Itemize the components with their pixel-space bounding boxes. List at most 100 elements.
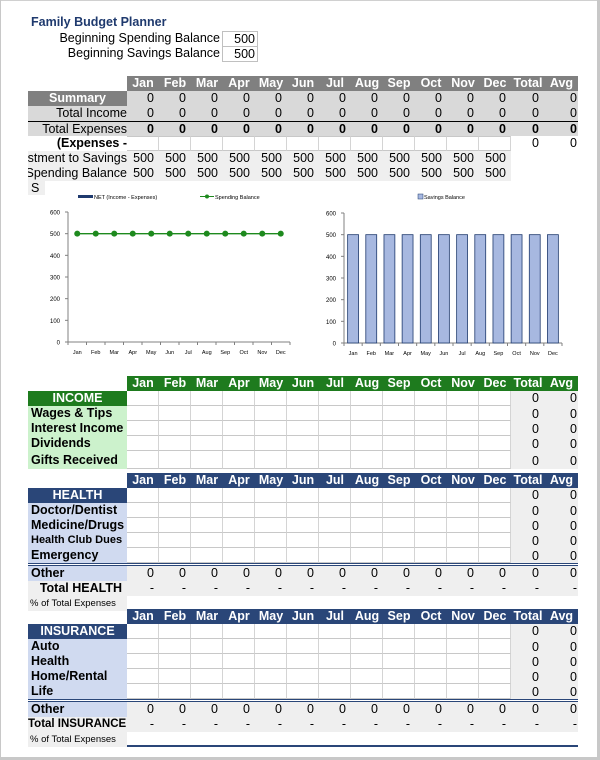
- entry-cell-oct[interactable]: [415, 503, 447, 518]
- entry-cell-mar[interactable]: [191, 654, 223, 669]
- entry-cell[interactable]: [287, 624, 319, 639]
- entry-cell[interactable]: [159, 624, 191, 639]
- entry-cell-sep[interactable]: [383, 684, 415, 699]
- entry-cell-oct[interactable]: [415, 639, 447, 654]
- entry-cell-mar[interactable]: [191, 518, 223, 533]
- entry-cell-jun[interactable]: [287, 684, 319, 699]
- entry-cell-aug[interactable]: [351, 421, 383, 436]
- summary-cell[interactable]: [191, 136, 223, 151]
- entry-cell-mar[interactable]: [191, 503, 223, 518]
- entry-cell-feb[interactable]: [159, 548, 191, 563]
- entry-cell-mar[interactable]: [191, 436, 223, 451]
- entry-cell-jul[interactable]: [319, 406, 351, 421]
- entry-cell-aug[interactable]: [351, 436, 383, 451]
- entry-cell-jan[interactable]: [127, 669, 159, 684]
- entry-cell-apr[interactable]: [223, 518, 255, 533]
- entry-cell-jul[interactable]: [319, 503, 351, 518]
- entry-cell-dec[interactable]: [479, 654, 511, 669]
- entry-cell[interactable]: [159, 391, 191, 406]
- entry-cell-jul[interactable]: [319, 533, 351, 548]
- entry-cell[interactable]: [447, 624, 479, 639]
- entry-cell-dec[interactable]: [479, 639, 511, 654]
- entry-cell-feb[interactable]: [159, 684, 191, 699]
- entry-cell-jul[interactable]: [319, 548, 351, 563]
- entry-cell[interactable]: [447, 488, 479, 503]
- entry-cell-nov[interactable]: [447, 451, 479, 469]
- entry-cell[interactable]: [383, 391, 415, 406]
- entry-cell-dec[interactable]: [479, 533, 511, 548]
- entry-cell[interactable]: [415, 391, 447, 406]
- entry-cell-jan[interactable]: [127, 684, 159, 699]
- entry-cell[interactable]: [447, 391, 479, 406]
- entry-cell-sep[interactable]: [383, 406, 415, 421]
- entry-cell-dec[interactable]: [479, 518, 511, 533]
- entry-cell-jun[interactable]: [287, 533, 319, 548]
- entry-cell-aug[interactable]: [351, 639, 383, 654]
- entry-cell-sep[interactable]: [383, 503, 415, 518]
- entry-cell-may[interactable]: [255, 503, 287, 518]
- entry-cell[interactable]: [479, 488, 511, 503]
- entry-cell-oct[interactable]: [415, 436, 447, 451]
- entry-cell-jan[interactable]: [127, 503, 159, 518]
- entry-cell-jun[interactable]: [287, 669, 319, 684]
- entry-cell-apr[interactable]: [223, 503, 255, 518]
- entry-cell-aug[interactable]: [351, 669, 383, 684]
- entry-cell[interactable]: [351, 488, 383, 503]
- summary-cell[interactable]: [447, 136, 479, 151]
- entry-cell-may[interactable]: [255, 436, 287, 451]
- entry-cell-feb[interactable]: [159, 533, 191, 548]
- entry-cell-jul[interactable]: [319, 639, 351, 654]
- entry-cell-mar[interactable]: [191, 421, 223, 436]
- beginning-savings-balance-input[interactable]: 500: [222, 46, 258, 62]
- entry-cell-dec[interactable]: [479, 451, 511, 469]
- entry-cell-nov[interactable]: [447, 533, 479, 548]
- entry-cell-apr[interactable]: [223, 639, 255, 654]
- beginning-spending-balance-input[interactable]: 500: [222, 31, 258, 47]
- entry-cell-jun[interactable]: [287, 406, 319, 421]
- entry-cell-apr[interactable]: [223, 684, 255, 699]
- entry-cell-sep[interactable]: [383, 669, 415, 684]
- entry-cell[interactable]: [223, 488, 255, 503]
- entry-cell-dec[interactable]: [479, 406, 511, 421]
- entry-cell-aug[interactable]: [351, 518, 383, 533]
- entry-cell-nov[interactable]: [447, 639, 479, 654]
- entry-cell-mar[interactable]: [191, 533, 223, 548]
- entry-cell-dec[interactable]: [479, 669, 511, 684]
- entry-cell-nov[interactable]: [447, 518, 479, 533]
- entry-cell[interactable]: [351, 391, 383, 406]
- entry-cell-jul[interactable]: [319, 518, 351, 533]
- entry-cell-jun[interactable]: [287, 451, 319, 469]
- entry-cell-oct[interactable]: [415, 421, 447, 436]
- entry-cell-oct[interactable]: [415, 684, 447, 699]
- entry-cell-apr[interactable]: [223, 654, 255, 669]
- summary-cell[interactable]: [159, 136, 191, 151]
- entry-cell-may[interactable]: [255, 654, 287, 669]
- entry-cell[interactable]: [319, 488, 351, 503]
- entry-cell-sep[interactable]: [383, 533, 415, 548]
- entry-cell[interactable]: [255, 624, 287, 639]
- entry-cell[interactable]: [127, 391, 159, 406]
- entry-cell-jul[interactable]: [319, 451, 351, 469]
- entry-cell-apr[interactable]: [223, 548, 255, 563]
- summary-cell[interactable]: [255, 136, 287, 151]
- entry-cell-feb[interactable]: [159, 406, 191, 421]
- entry-cell-feb[interactable]: [159, 451, 191, 469]
- entry-cell[interactable]: [191, 624, 223, 639]
- entry-cell-jan[interactable]: [127, 421, 159, 436]
- entry-cell-jun[interactable]: [287, 518, 319, 533]
- entry-cell-mar[interactable]: [191, 669, 223, 684]
- entry-cell-aug[interactable]: [351, 533, 383, 548]
- entry-cell-jan[interactable]: [127, 451, 159, 469]
- entry-cell-sep[interactable]: [383, 451, 415, 469]
- entry-cell-oct[interactable]: [415, 406, 447, 421]
- entry-cell-jun[interactable]: [287, 639, 319, 654]
- entry-cell-dec[interactable]: [479, 436, 511, 451]
- entry-cell-nov[interactable]: [447, 436, 479, 451]
- entry-cell-jun[interactable]: [287, 548, 319, 563]
- entry-cell-jul[interactable]: [319, 684, 351, 699]
- entry-cell[interactable]: [223, 391, 255, 406]
- entry-cell-nov[interactable]: [447, 654, 479, 669]
- entry-cell-aug[interactable]: [351, 406, 383, 421]
- entry-cell-aug[interactable]: [351, 548, 383, 563]
- entry-cell-aug[interactable]: [351, 503, 383, 518]
